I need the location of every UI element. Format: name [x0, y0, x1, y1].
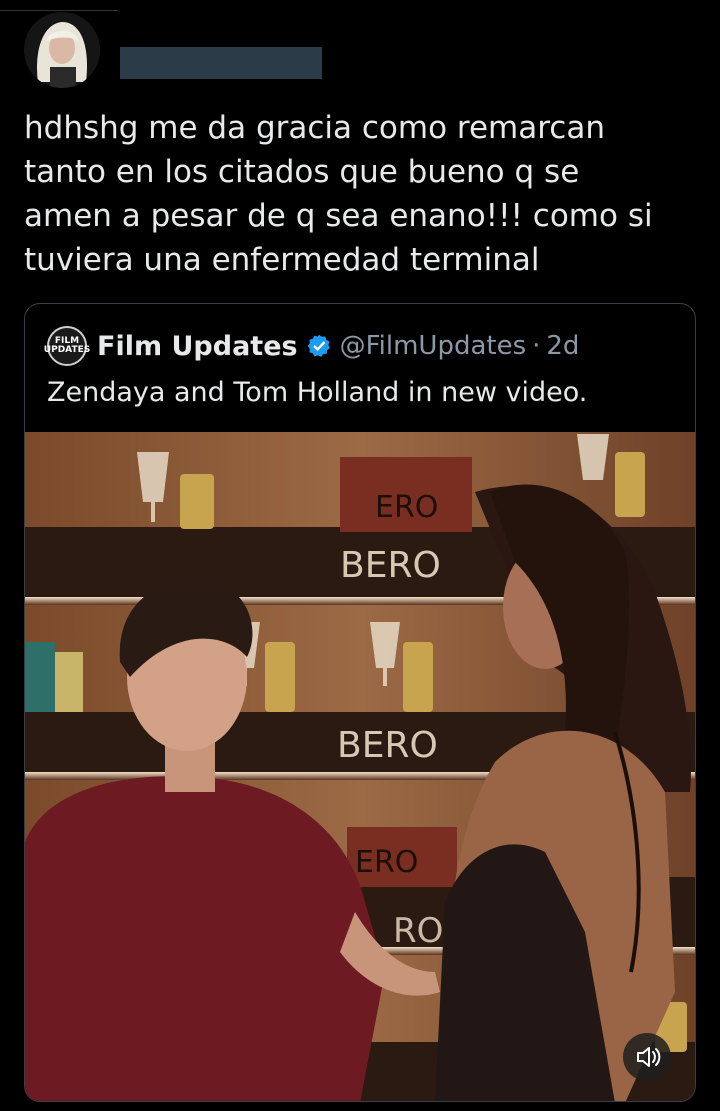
- sign-bero-top: BERO: [340, 545, 441, 586]
- avatar[interactable]: [24, 12, 100, 88]
- mute-toggle-button[interactable]: [623, 1033, 671, 1081]
- redacted-username: [120, 47, 322, 79]
- quoted-author-name[interactable]: Film Updates: [97, 331, 298, 362]
- quoted-tweet[interactable]: FILM UPDATES Film Updates @FilmUpdates ·…: [24, 303, 696, 1102]
- film-updates-logo[interactable]: FILM UPDATES: [44, 326, 90, 366]
- speaker-muted-icon: [637, 1047, 661, 1067]
- divider: [0, 10, 118, 11]
- sign-box-top: ERO: [375, 490, 438, 525]
- quoted-tweet-header: FILM UPDATES Film Updates @FilmUpdates ·…: [44, 326, 579, 366]
- tweet-text: hdhshg me da gracia como remarcan tanto …: [24, 110, 653, 278]
- sign-box-middle: ERO: [355, 845, 418, 880]
- video-frame: BERO BERO ERO ERO RO: [25, 432, 695, 1101]
- separator-dot: ·: [532, 331, 541, 361]
- quoted-timestamp[interactable]: 2d: [546, 331, 579, 361]
- verified-badge-icon: [307, 334, 330, 357]
- video-player[interactable]: BERO BERO ERO ERO RO: [25, 432, 695, 1101]
- avatar-image: [24, 12, 100, 88]
- sign-bero-middle: BERO: [337, 725, 438, 766]
- quoted-tweet-text: Zendaya and Tom Holland in new video.: [47, 377, 588, 408]
- quoted-author-handle[interactable]: @FilmUpdates: [340, 331, 527, 361]
- sign-lower: RO: [393, 911, 443, 951]
